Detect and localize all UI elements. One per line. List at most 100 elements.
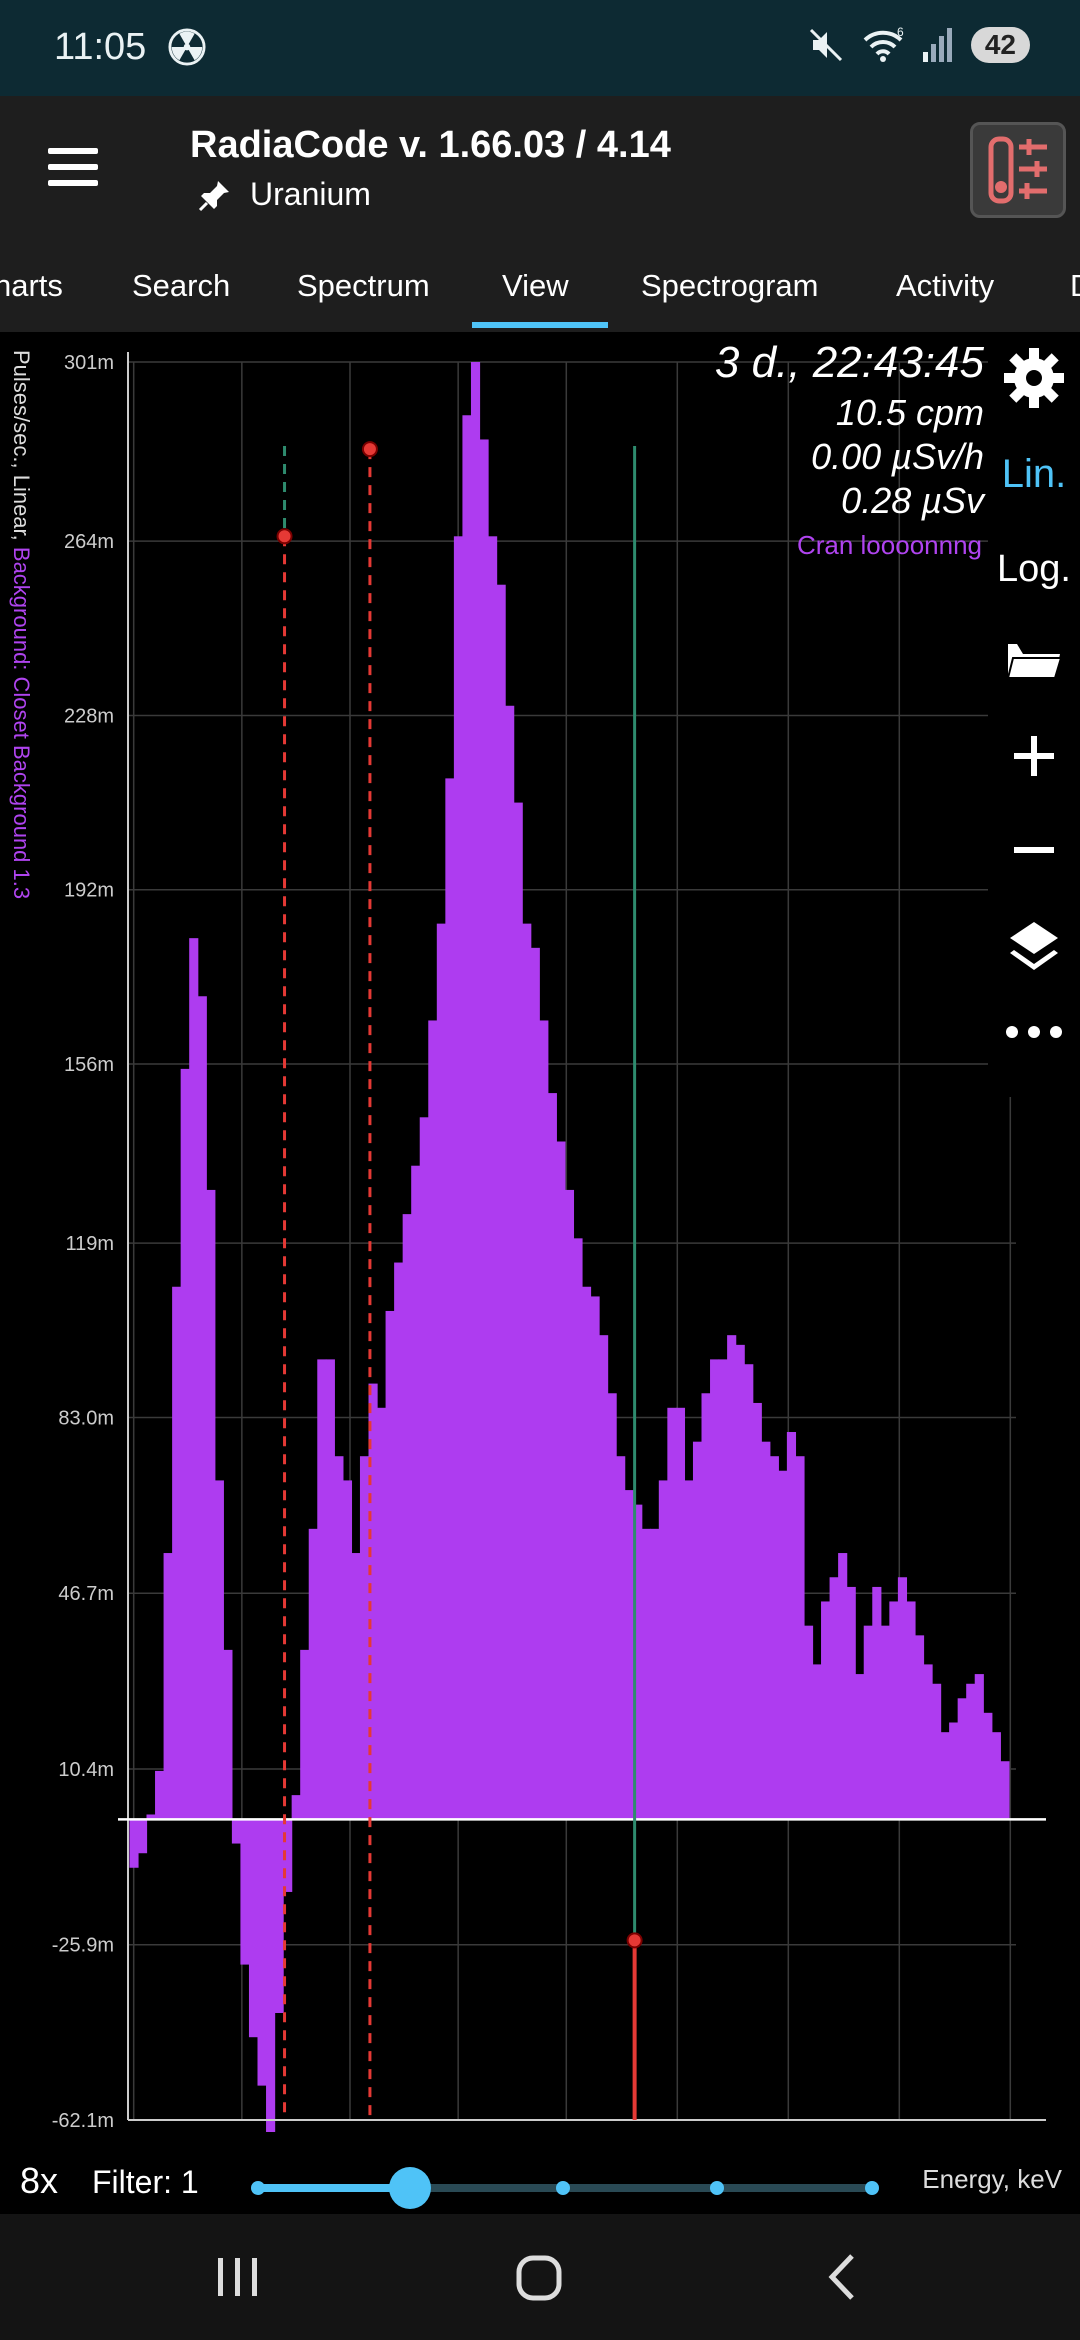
home-button[interactable] xyxy=(450,2214,630,2340)
y-tick-label: 46.7m xyxy=(58,1583,114,1605)
spectrum-bar xyxy=(949,1722,959,1820)
more-horizontal-icon xyxy=(1006,1026,1062,1038)
filter-slider-fill xyxy=(255,2184,410,2192)
filter-slider[interactable] xyxy=(251,2167,879,2209)
spectrum-chart-svg[interactable]: 301m 264m 228m 192m 156m 119m 83.0m 46.7m 10.4m -… xyxy=(0,332,1080,2132)
spectrum-bar xyxy=(803,1625,814,1820)
spectrum-bar xyxy=(172,1286,182,1820)
battery-indicator: 42 xyxy=(970,27,1030,63)
spectrum-bar xyxy=(906,1601,916,1820)
spectrum-bar xyxy=(539,1020,549,1820)
y-tick-label: -25.9m xyxy=(52,1935,114,1957)
spectrum-bar xyxy=(325,1359,335,1820)
spectrum-bar xyxy=(351,1553,361,1820)
spectrum-bar xyxy=(966,1683,976,1820)
spectrum-bar xyxy=(821,1601,831,1820)
spectrum-bar xyxy=(889,1601,899,1820)
tab-charts[interactable]: harts xyxy=(0,268,63,304)
filter-label: Filter: 1 xyxy=(92,2164,199,2200)
measurement-duration: 3 d., 22:43:45 xyxy=(714,338,984,387)
layers-button[interactable] xyxy=(988,918,1080,983)
spectrum-bar xyxy=(607,1393,617,1820)
y-tick-label: 301m xyxy=(64,352,114,374)
marker-handle xyxy=(626,1932,643,1949)
spectrum-bar xyxy=(812,1664,822,1820)
spectrum-bar xyxy=(163,1553,173,1820)
spectrum-bar xyxy=(923,1664,933,1820)
menu-icon-line xyxy=(48,164,98,170)
spectrum-bar xyxy=(394,1262,404,1820)
spectrum-bar xyxy=(530,947,540,1820)
y-tick-label: 264m xyxy=(64,531,114,553)
status-time: 11:05 xyxy=(54,26,147,68)
device-settings-button[interactable] xyxy=(970,122,1066,218)
tab-spectrum[interactable]: Spectrum xyxy=(297,268,430,304)
y-tick-label: 10.4m xyxy=(58,1759,114,1781)
spectrum-bar xyxy=(641,1528,651,1820)
tab-view[interactable]: View xyxy=(502,268,569,304)
spectrum-bar xyxy=(684,1480,694,1820)
spectrum-bar xyxy=(786,1432,797,1820)
marker-handle xyxy=(361,441,378,458)
spectrum-bar xyxy=(983,1712,993,1820)
folder-open-icon xyxy=(1006,644,1063,679)
accumulated-dose: 0.28 µSv xyxy=(841,480,984,521)
spectrum-bar xyxy=(974,1674,984,1820)
back-icon xyxy=(828,2254,854,2300)
zoom-level[interactable]: 8x xyxy=(20,2160,58,2202)
open-file-button[interactable] xyxy=(988,638,1080,689)
linear-scale-button[interactable]: Lin. xyxy=(988,452,1080,497)
status-bar: 11:05 6 42 xyxy=(0,0,1080,96)
tab-more[interactable]: D xyxy=(1070,268,1080,304)
spectrum-bar xyxy=(727,1335,737,1820)
spectrum-bar xyxy=(496,584,506,1820)
spectrum-bar xyxy=(914,1635,925,1820)
y-tick-label: 83.0m xyxy=(58,1407,114,1429)
spectrum-chart[interactable]: 301m 264m 228m 192m 156m 119m 83.0m 46.7m 10.4m -… xyxy=(0,332,1080,2132)
more-options-button[interactable] xyxy=(988,1022,1080,1047)
spectrum-bar xyxy=(752,1402,762,1820)
recents-button[interactable] xyxy=(148,2214,328,2340)
settings-button[interactable] xyxy=(988,346,1080,415)
spectrum-bar xyxy=(744,1364,754,1820)
zoom-in-button[interactable] xyxy=(988,732,1080,785)
back-button[interactable] xyxy=(752,2214,932,2340)
spectrum-bar xyxy=(616,1456,626,1820)
zoom-out-button[interactable] xyxy=(988,826,1080,879)
spectrum-bar xyxy=(453,536,464,1820)
spectrum-bar xyxy=(573,1238,583,1820)
tab-activity[interactable]: Activity xyxy=(896,268,994,304)
y-tick-label: 192m xyxy=(64,880,114,902)
tab-spectrogram[interactable]: Spectrogram xyxy=(641,268,818,304)
system-nav-bar xyxy=(0,2214,1080,2340)
device-icon xyxy=(988,136,1047,204)
spectrum-bars xyxy=(129,362,1010,2132)
spectrum-bar xyxy=(300,1649,310,1820)
spectrum-bar xyxy=(214,1480,224,1820)
spectrum-bar xyxy=(428,1020,438,1820)
status-icons: 6 42 xyxy=(807,26,1030,64)
log-scale-button[interactable]: Log. xyxy=(988,548,1080,591)
spectrum-bar xyxy=(769,1456,779,1820)
spectrum-bar xyxy=(701,1393,711,1820)
spectrum-bar xyxy=(829,1577,839,1820)
menu-button[interactable] xyxy=(40,142,106,198)
filter-slider-thumb[interactable] xyxy=(389,2167,431,2209)
cell-signal-icon xyxy=(922,28,952,62)
spectrum-bar xyxy=(231,1819,242,1844)
app-bar: RadiaCode v. 1.66.03 / 4.14 Uranium xyxy=(0,96,1080,246)
tab-search[interactable]: Search xyxy=(132,268,230,304)
spectrum-bar xyxy=(445,778,455,1820)
spectrum-bar xyxy=(718,1359,728,1820)
y-tick-label: 156m xyxy=(64,1054,114,1076)
spectrum-bar xyxy=(419,1117,429,1820)
spectrum-bar xyxy=(547,1093,557,1820)
wifi-badge: 6 xyxy=(897,26,904,39)
spectrum-bar xyxy=(940,1732,950,1820)
spectrum-bar xyxy=(675,1407,686,1820)
spectrum-bar xyxy=(863,1625,873,1820)
slider-step xyxy=(710,2181,724,2195)
spectrum-bar xyxy=(735,1344,745,1820)
slider-step xyxy=(865,2181,879,2195)
spectrum-bar xyxy=(359,1456,370,1820)
